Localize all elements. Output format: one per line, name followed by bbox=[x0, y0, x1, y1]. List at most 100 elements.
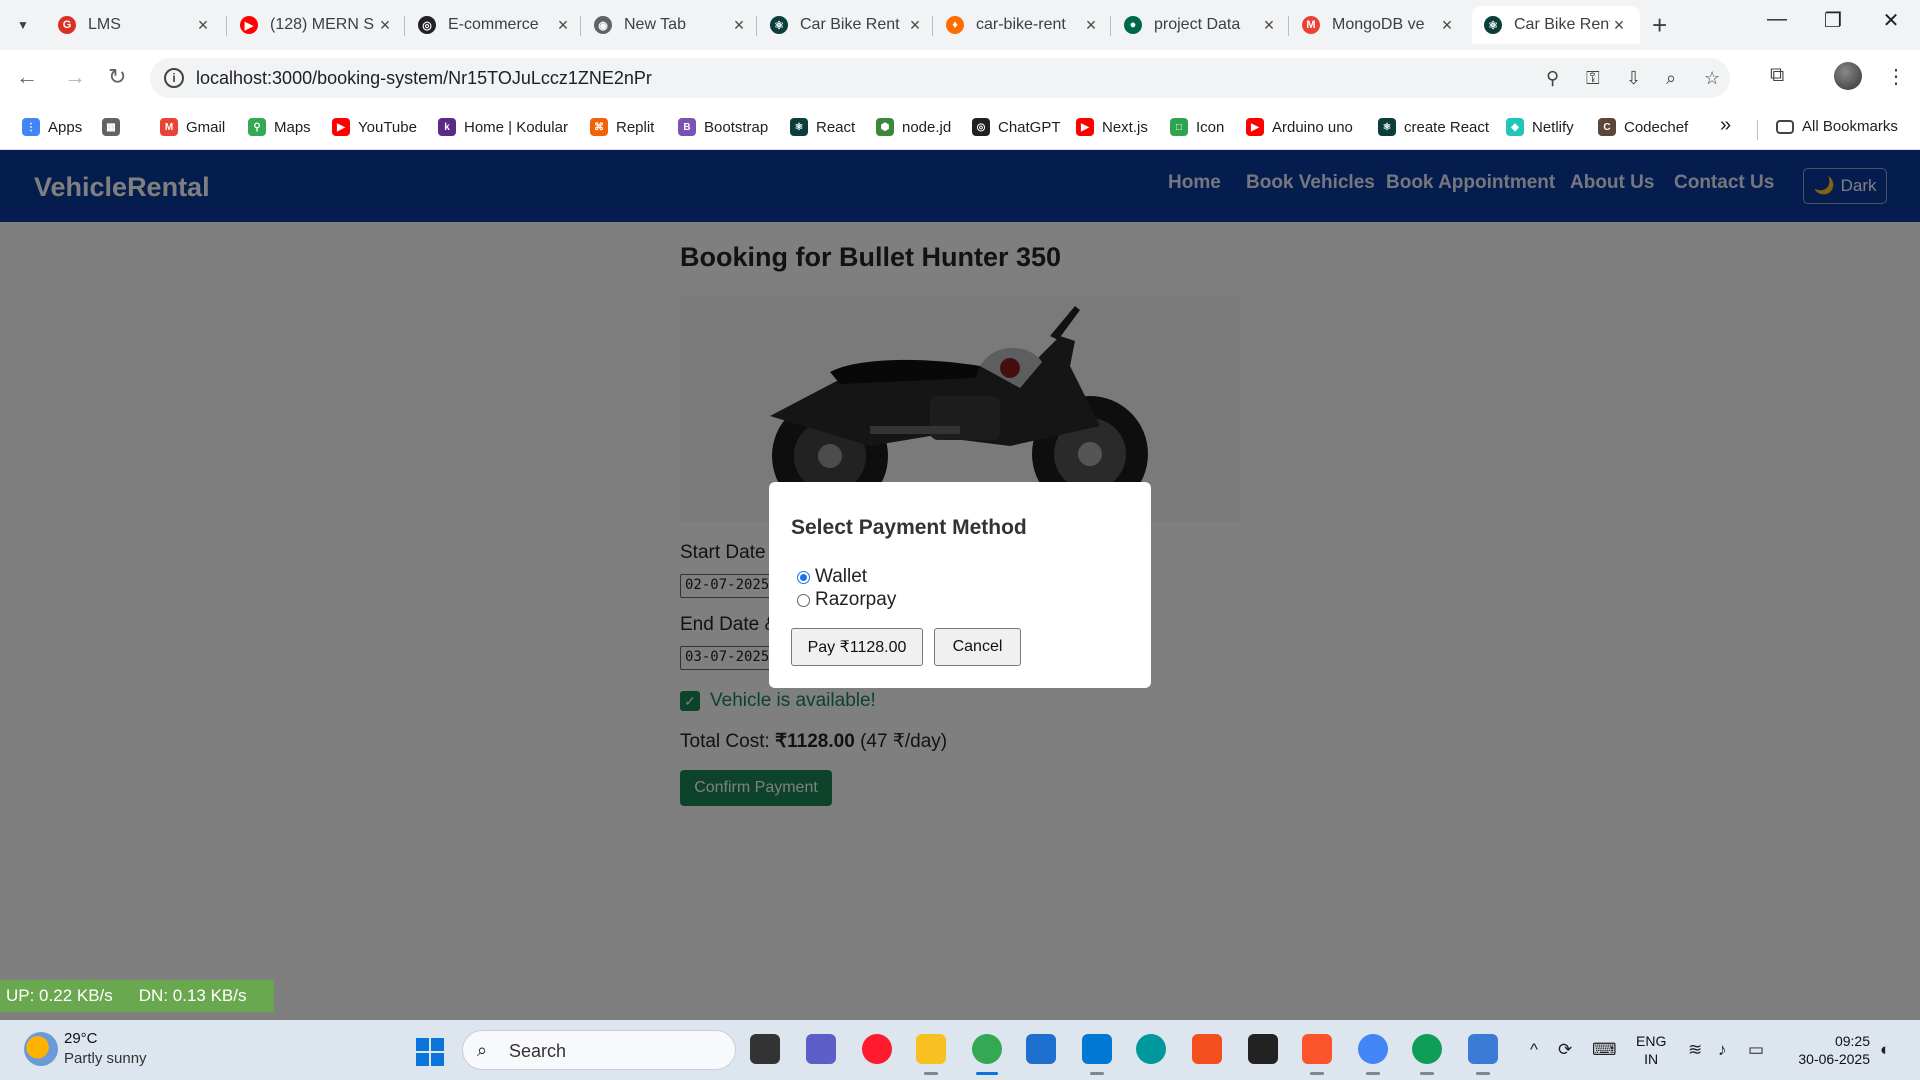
notifications-icon[interactable]: ◐ bbox=[1880, 1040, 1890, 1060]
close-tab-icon[interactable]: × bbox=[906, 15, 924, 36]
razorpay-radio[interactable] bbox=[797, 593, 810, 607]
windows-taskbar: 29°C Partly sunny ⌕ Search ^ ⟳ ⌨ ENG IN … bbox=[0, 1020, 1920, 1080]
password-key-icon[interactable]: ⚿ bbox=[1586, 68, 1600, 89]
tab-youtube[interactable]: ▶ (128) MERN S × bbox=[228, 6, 406, 44]
close-tab-icon[interactable]: × bbox=[1610, 15, 1628, 36]
more-bookmarks-chevron-icon[interactable]: » bbox=[1720, 114, 1731, 137]
store-icon[interactable] bbox=[1026, 1034, 1056, 1064]
tab-car-bike-rent-active[interactable]: ⚛ Car Bike Rent × bbox=[1472, 6, 1640, 44]
bookmark-label: Next.js bbox=[1102, 118, 1148, 136]
site-info-icon[interactable]: i bbox=[164, 68, 184, 88]
bookmark-gmail[interactable]: M Gmail bbox=[160, 118, 225, 136]
reload-icon[interactable]: ↻ bbox=[108, 64, 126, 90]
tab-car-bike-rent[interactable]: ⚛ Car Bike Rent × bbox=[758, 6, 936, 44]
close-tab-icon[interactable]: × bbox=[376, 15, 394, 36]
tab-separator bbox=[1110, 16, 1111, 36]
url-text[interactable]: localhost:3000/booking-system/Nr15TOJuLc… bbox=[196, 68, 652, 89]
battery-icon[interactable]: ▭ bbox=[1748, 1040, 1764, 1060]
bookmark-create-react[interactable]: ⚛ create React bbox=[1378, 118, 1489, 136]
tab-title: Car Bike Rent bbox=[1514, 16, 1610, 33]
wallet-label[interactable]: Wallet bbox=[815, 566, 867, 588]
bookmark-kodular[interactable]: k Home | Kodular bbox=[438, 118, 568, 136]
tab-ecommerce[interactable]: ◎ E-commerce × bbox=[406, 6, 584, 44]
close-tab-icon[interactable]: × bbox=[730, 15, 748, 36]
bookmark-bootstrap[interactable]: B Bootstrap bbox=[678, 118, 768, 136]
cancel-button[interactable]: Cancel bbox=[934, 628, 1021, 666]
bookmarks-bar: ⋮ Apps ▦ M Gmail ⚲ Maps ▶ YouTube k Home | Ko… bbox=[0, 108, 1920, 150]
chrome-profile-icon[interactable] bbox=[1412, 1034, 1442, 1064]
keyboard-icon[interactable]: ⌨ bbox=[1592, 1040, 1617, 1060]
minimize-icon[interactable]: — bbox=[1752, 8, 1802, 31]
close-tab-icon[interactable]: × bbox=[554, 15, 572, 36]
close-tab-icon[interactable]: × bbox=[1260, 15, 1278, 36]
bookmark-replit[interactable]: ⌘ Replit bbox=[590, 118, 654, 136]
back-arrow-icon[interactable]: ← bbox=[16, 64, 38, 90]
screen-recorder-icon[interactable] bbox=[1468, 1034, 1498, 1064]
task-view-icon[interactable] bbox=[750, 1034, 780, 1064]
install-app-icon[interactable]: ⇩ bbox=[1626, 68, 1641, 89]
weather-partly-sunny-icon[interactable] bbox=[24, 1032, 58, 1066]
tab-gmail-mongodb[interactable]: M MongoDB ve × bbox=[1290, 6, 1468, 44]
weather-temperature[interactable]: 29°C bbox=[64, 1030, 98, 1047]
bookmark-maps[interactable]: ⚲ Maps bbox=[248, 118, 311, 136]
profile-avatar[interactable] bbox=[1834, 62, 1862, 90]
bookmark-nodejs[interactable]: ⬢ node.jd bbox=[876, 118, 951, 136]
vscode-icon[interactable] bbox=[1082, 1034, 1112, 1064]
tab-title: New Tab bbox=[624, 16, 686, 33]
bookmark-arduino[interactable]: ▶ Arduino uno bbox=[1246, 118, 1353, 136]
omnibox[interactable]: i localhost:3000/booking-system/Nr15TOJu… bbox=[150, 58, 1730, 98]
location-pin-icon[interactable]: ⚲ bbox=[1546, 68, 1559, 89]
extensions-puzzle-icon[interactable]: ⧉ bbox=[1770, 64, 1784, 87]
app-icon[interactable] bbox=[1248, 1034, 1278, 1064]
restore-icon[interactable]: ❐ bbox=[1808, 8, 1858, 33]
tab-search-chevron-icon[interactable]: ▼ bbox=[10, 12, 36, 38]
bookmark-tab-groups[interactable]: ▦ bbox=[102, 118, 128, 136]
close-window-icon[interactable]: ✕ bbox=[1866, 8, 1916, 33]
new-tab-plus-icon[interactable]: + bbox=[1652, 10, 1667, 41]
pay-button[interactable]: Pay ₹1128.00 bbox=[791, 628, 923, 666]
chrome-icon[interactable] bbox=[972, 1034, 1002, 1064]
browser-menu-kebab-icon[interactable]: ⋮ bbox=[1886, 64, 1906, 89]
tab-project-data[interactable]: ● project Data × bbox=[1112, 6, 1290, 44]
teams-icon[interactable] bbox=[806, 1034, 836, 1064]
wifi-icon[interactable]: ≋ bbox=[1688, 1040, 1702, 1060]
volume-icon[interactable]: ♪ bbox=[1718, 1040, 1727, 1060]
figma-icon[interactable] bbox=[1192, 1034, 1222, 1064]
bookmark-codechef[interactable]: C Codechef bbox=[1598, 118, 1688, 136]
windows-start-icon[interactable] bbox=[416, 1038, 444, 1066]
chrome-profile-icon[interactable] bbox=[1358, 1034, 1388, 1064]
weather-description[interactable]: Partly sunny bbox=[64, 1050, 147, 1067]
payment-option-wallet[interactable]: Wallet bbox=[797, 566, 867, 588]
bookmark-all-bookmarks[interactable]: All Bookmarks bbox=[1776, 118, 1898, 135]
bookmark-nextjs[interactable]: ▶ Next.js bbox=[1076, 118, 1148, 136]
sync-icon[interactable]: ⟳ bbox=[1558, 1040, 1572, 1060]
running-indicator bbox=[1366, 1072, 1380, 1075]
bookmark-apps[interactable]: ⋮ Apps bbox=[22, 118, 82, 136]
tab-firebase[interactable]: ♦ car-bike-rent × bbox=[934, 6, 1112, 44]
razorpay-label[interactable]: Razorpay bbox=[815, 589, 896, 611]
show-hidden-icons-chevron-icon[interactable]: ^ bbox=[1530, 1040, 1538, 1060]
system-clock[interactable]: 09:25 30-06-2025 bbox=[1786, 1032, 1870, 1068]
opera-icon[interactable] bbox=[862, 1034, 892, 1064]
tab-lms[interactable]: G LMS × bbox=[46, 6, 224, 44]
forward-arrow-icon[interactable]: → bbox=[64, 64, 86, 90]
input-language[interactable]: ENG IN bbox=[1636, 1032, 1666, 1068]
file-explorer-icon[interactable] bbox=[916, 1034, 946, 1064]
arduino-icon[interactable] bbox=[1136, 1034, 1166, 1064]
tab-new-tab[interactable]: ◉ New Tab × bbox=[582, 6, 760, 44]
close-tab-icon[interactable]: × bbox=[194, 15, 212, 36]
bookmark-star-icon[interactable]: ☆ bbox=[1704, 68, 1720, 89]
bookmark-react[interactable]: ⚛ React bbox=[790, 118, 855, 136]
close-tab-icon[interactable]: × bbox=[1082, 15, 1100, 36]
youtube-icon: ▶ bbox=[1246, 118, 1264, 136]
zoom-icon[interactable]: ⌕ bbox=[1666, 68, 1676, 89]
close-tab-icon[interactable]: × bbox=[1438, 15, 1456, 36]
brave-icon[interactable] bbox=[1302, 1034, 1332, 1064]
wallet-radio[interactable] bbox=[797, 570, 810, 584]
bookmark-chatgpt[interactable]: ◎ ChatGPT bbox=[972, 118, 1061, 136]
bookmark-netlify[interactable]: ◆ Netlify bbox=[1506, 118, 1574, 136]
payment-option-razorpay[interactable]: Razorpay bbox=[797, 589, 896, 611]
bookmark-icon[interactable]: □ Icon bbox=[1170, 118, 1224, 136]
bookmark-youtube[interactable]: ▶ YouTube bbox=[332, 118, 417, 136]
taskbar-search[interactable]: ⌕ Search bbox=[462, 1030, 736, 1070]
